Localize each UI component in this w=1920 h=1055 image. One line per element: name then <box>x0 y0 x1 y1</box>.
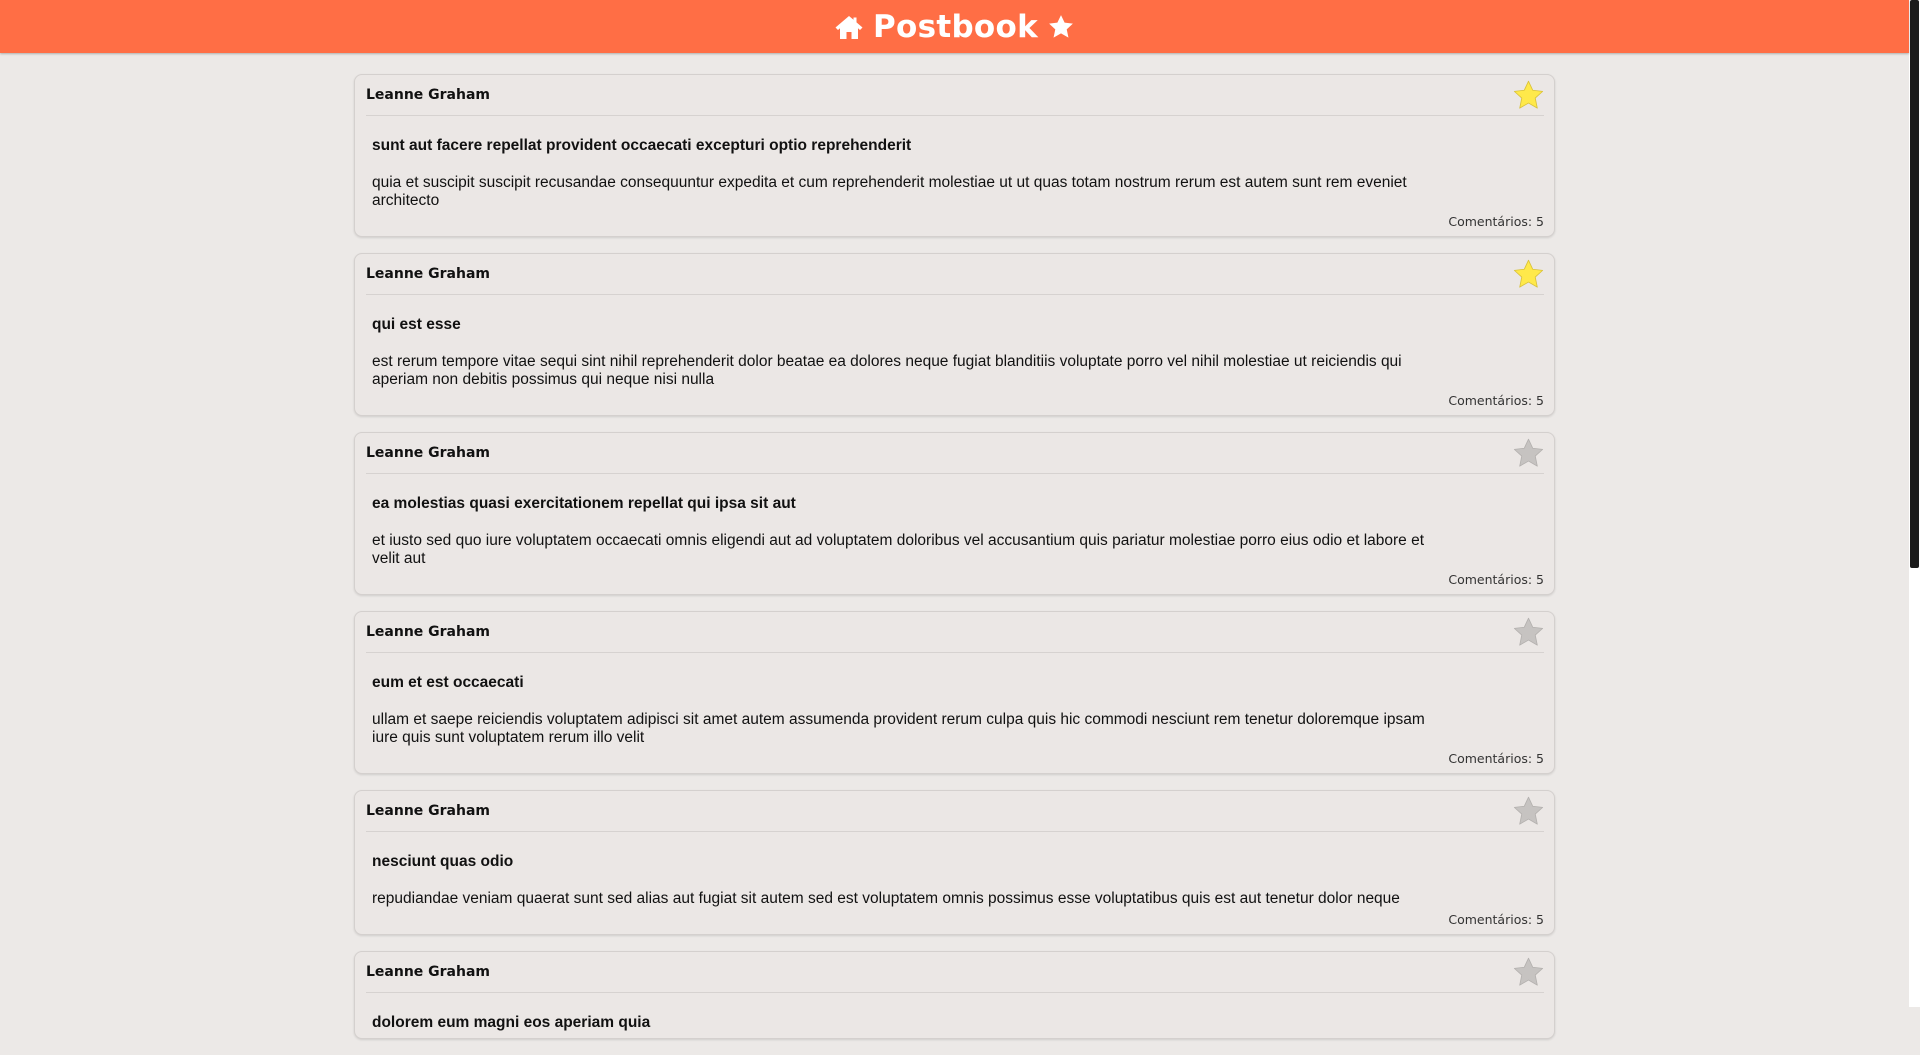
post-feed: Leanne Graham sunt aut facere repellat pr… <box>354 74 1555 1055</box>
comments-count[interactable]: Comentários: 5 <box>366 751 1544 767</box>
post-card: Leanne Graham sunt aut facere repellat pr… <box>354 74 1555 237</box>
post-card: Leanne Graham ea molestias quasi exercita… <box>354 432 1555 595</box>
favorite-star-icon[interactable] <box>1510 793 1546 829</box>
post-header: Leanne Graham <box>366 433 1544 474</box>
post-body: quia et suscipit suscipit recusandae con… <box>372 174 1407 209</box>
post-title: qui est esse <box>372 316 461 333</box>
favorite-star-icon[interactable] <box>1510 954 1546 990</box>
comments-count[interactable]: Comentários: 5 <box>366 572 1544 588</box>
scrollbar[interactable] <box>1909 0 1920 1007</box>
post-card: Leanne Graham dolorem eum magni eos aperi… <box>354 951 1555 1039</box>
post-body: ullam et saepe reiciendis voluptatem adi… <box>372 711 1425 746</box>
scrollbar-thumb[interactable] <box>1910 0 1919 568</box>
post-body: est rerum tempore vitae sequi sint nihil… <box>372 353 1402 388</box>
post-header: Leanne Graham <box>366 254 1544 295</box>
post-title: nesciunt quas odio <box>372 853 514 870</box>
brand-link[interactable]: Postbook <box>834 9 1075 45</box>
star-icon <box>1047 13 1075 41</box>
post-title: dolorem eum magni eos aperiam quia <box>372 1014 651 1031</box>
post-header: Leanne Graham <box>366 791 1544 832</box>
app-title: Postbook <box>872 8 1039 45</box>
post-card: Leanne Graham qui est esse est rerum tempo… <box>354 253 1555 416</box>
post-author: Leanne Graham <box>366 266 491 282</box>
post-body: et iusto sed quo iure voluptatem occaeca… <box>372 532 1425 567</box>
home-icon <box>834 14 864 40</box>
comments-count[interactable]: Comentários: 5 <box>366 393 1544 409</box>
post-author: Leanne Graham <box>366 87 491 103</box>
post-author: Leanne Graham <box>366 803 491 819</box>
post-author: Leanne Graham <box>366 624 491 640</box>
post-title: ea molestias quasi exercitationem repell… <box>372 495 796 512</box>
comments-count[interactable]: Comentários: 5 <box>366 214 1544 230</box>
post-header: Leanne Graham <box>366 952 1544 993</box>
post-body: repudiandae veniam quaerat sunt sed alia… <box>372 890 1400 907</box>
favorite-star-icon[interactable] <box>1510 77 1546 113</box>
favorite-star-icon[interactable] <box>1510 256 1546 292</box>
app-header: Postbook <box>0 0 1909 53</box>
post-card: Leanne Graham eum et est occaecati ullam e… <box>354 611 1555 774</box>
favorite-star-icon[interactable] <box>1510 435 1546 471</box>
post-title: sunt aut facere repellat provident occae… <box>372 137 912 154</box>
post-card: Leanne Graham nesciunt quas odio repudiand… <box>354 790 1555 935</box>
post-author: Leanne Graham <box>366 445 491 461</box>
post-header: Leanne Graham <box>366 75 1544 116</box>
comments-count[interactable]: Comentários: 5 <box>366 912 1544 928</box>
favorite-star-icon[interactable] <box>1510 614 1546 650</box>
post-title: eum et est occaecati <box>372 674 524 691</box>
post-author: Leanne Graham <box>366 964 491 980</box>
post-header: Leanne Graham <box>366 612 1544 653</box>
